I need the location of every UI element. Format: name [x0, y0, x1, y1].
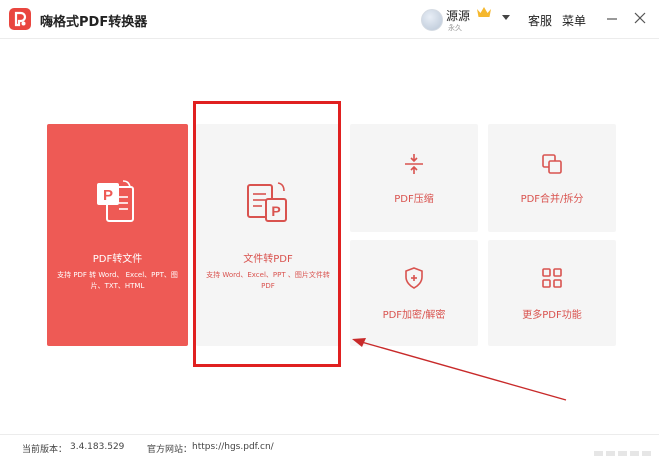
more-pdf-functions-label: 更多PDF功能 — [522, 310, 582, 321]
watermark-icon — [594, 451, 651, 456]
title-bar: 嗨格式PDF转换器 源源 永久 客服 菜单 — [0, 0, 659, 39]
more-pdf-functions-card[interactable]: 更多PDF功能 — [488, 240, 616, 346]
svg-text:P: P — [103, 187, 113, 204]
pdf-to-file-card[interactable]: P PDF转文件 支持 PDF 转 Word、 Excel、PPT、图片、TXT… — [47, 124, 188, 346]
app-title: 嗨格式PDF转换器 — [40, 15, 148, 30]
avatar[interactable] — [421, 9, 443, 31]
file-to-pdf-icon: P — [247, 182, 287, 222]
pdf-merge-split-card[interactable]: PDF合并/拆分 — [488, 124, 616, 232]
pdf-encrypt-card[interactable]: PDF加密/解密 — [350, 240, 478, 346]
app-logo-icon — [9, 8, 31, 30]
pdf-compress-label: PDF压缩 — [394, 194, 434, 205]
minimize-button[interactable] — [604, 10, 620, 26]
shield-icon — [405, 267, 423, 289]
file-to-pdf-desc: 支持 Word、Excel、PPT 、图片文件转 PDF — [206, 271, 330, 290]
username[interactable]: 源源 — [446, 7, 470, 24]
chevron-down-icon[interactable] — [502, 15, 510, 20]
compress-icon — [405, 154, 423, 174]
pdf-encrypt-label: PDF加密/解密 — [382, 310, 446, 321]
file-to-pdf-title: 文件转PDF — [243, 254, 293, 265]
merge-split-icon — [542, 154, 562, 174]
svg-text:P: P — [271, 203, 280, 219]
status-bar: 当前版本： 3.4.183.529 官方网站： https://hgs.pdf.… — [0, 434, 659, 466]
menu-button[interactable]: 菜单 — [562, 12, 586, 29]
crown-icon — [477, 7, 491, 17]
grid-icon — [542, 268, 562, 288]
pdf-to-file-desc: 支持 PDF 转 Word、 Excel、PPT、图片、TXT、HTML — [57, 271, 178, 290]
customer-service-button[interactable]: 客服 — [528, 12, 552, 29]
pdf-to-file-icon: P — [97, 180, 134, 222]
membership-label: 永久 — [448, 24, 462, 32]
version-label: 当前版本： — [22, 445, 68, 455]
pdf-merge-split-label: PDF合并/拆分 — [520, 194, 584, 205]
file-to-pdf-card[interactable]: P 文件转PDF 支持 Word、Excel、PPT 、图片文件转 PDF — [196, 124, 340, 346]
minimize-icon — [607, 18, 617, 20]
close-button[interactable] — [632, 10, 648, 26]
website-label: 官方网站： — [147, 445, 193, 455]
version-value: 3.4.183.529 — [70, 442, 125, 452]
close-icon — [634, 12, 646, 24]
pdf-to-file-title: PDF转文件 — [92, 254, 143, 265]
website-link[interactable]: https://hgs.pdf.cn/ — [192, 442, 274, 452]
pdf-compress-card[interactable]: PDF压缩 — [350, 124, 478, 232]
